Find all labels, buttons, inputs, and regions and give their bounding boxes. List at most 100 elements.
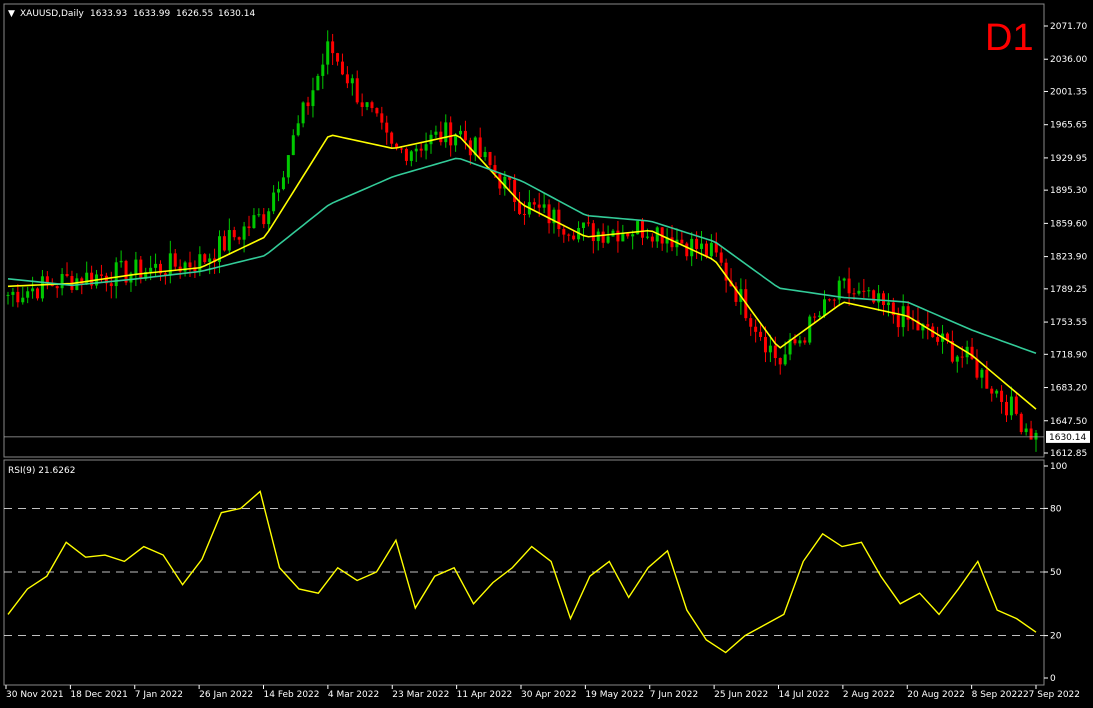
menu-triangle-icon[interactable]: ▼ — [8, 9, 15, 19]
candle-body — [281, 177, 285, 190]
candle-body — [360, 102, 364, 107]
candle-body — [763, 336, 767, 353]
candle-body — [385, 122, 389, 133]
candle-body — [901, 306, 905, 328]
candle-body — [532, 202, 536, 205]
price-tick-label: 1753.55 — [1050, 318, 1087, 328]
candle-body — [926, 324, 930, 327]
candle-body — [85, 272, 89, 285]
candle-body — [822, 299, 826, 316]
candle-body — [306, 102, 310, 107]
candle-body — [1029, 428, 1033, 440]
candle-body — [857, 290, 861, 294]
candle-body — [340, 61, 344, 75]
date-tick-label: 8 Sep 2022 — [972, 690, 1023, 700]
rsi-tick-label: 20 — [1050, 632, 1062, 642]
rsi-tick-label: 50 — [1050, 568, 1062, 578]
candle-body — [798, 340, 802, 344]
price-tick-label: 1895.30 — [1050, 186, 1087, 196]
slow-moving-average-line — [7, 157, 1037, 355]
candle-body — [995, 390, 999, 394]
candle-body — [409, 151, 413, 161]
candle-body — [227, 230, 231, 251]
candle-body — [709, 242, 713, 257]
candle-body — [242, 226, 246, 240]
date-tick-label: 19 May 2022 — [585, 690, 644, 700]
candle-body — [518, 201, 522, 214]
candle-body — [272, 192, 276, 212]
candle-body — [547, 204, 551, 224]
candle-body — [808, 316, 812, 343]
ohlc-high: 1633.99 — [133, 9, 170, 19]
rsi-tick-label: 0 — [1050, 674, 1056, 684]
candle-body — [168, 253, 172, 276]
trading-chart[interactable]: 2071.70 2036.00 2001.35 1965.65 1929.95 1895.… — [0, 0, 1093, 708]
price-panel-border — [3, 3, 1045, 458]
candle-body — [355, 78, 359, 103]
candle-body — [203, 254, 207, 263]
candle-body — [11, 291, 15, 295]
candle-body — [847, 278, 851, 294]
candle-body — [886, 302, 890, 306]
candle-body — [375, 108, 379, 114]
candle-body — [700, 243, 704, 249]
candle-body — [591, 223, 595, 242]
date-tick-label: 4 Mar 2022 — [328, 690, 379, 700]
candle-body — [975, 358, 979, 378]
price-tick-label: 1612.85 — [1050, 449, 1087, 459]
candle-body — [21, 297, 25, 303]
symbol-label: XAUUSD,Daily — [20, 9, 84, 19]
candle-body — [449, 122, 453, 146]
candle-body — [827, 299, 831, 301]
candle-body — [439, 131, 443, 143]
candle-body — [414, 148, 418, 152]
candle-body — [936, 337, 940, 342]
candle-body — [36, 288, 40, 299]
price-tick-label: 2071.70 — [1050, 22, 1087, 32]
date-tick-label: 7 Jan 2022 — [135, 690, 183, 700]
candle-body — [719, 252, 723, 263]
date-tick-label: 2 Aug 2022 — [843, 690, 895, 700]
candle-body — [872, 290, 876, 303]
candle-body — [365, 102, 369, 107]
candle-body — [680, 239, 684, 244]
candle-body — [232, 230, 236, 238]
candle-body — [704, 243, 708, 257]
candle-body — [522, 213, 526, 215]
candle-body — [685, 243, 689, 257]
candle-body — [149, 267, 153, 273]
candle-body — [434, 131, 438, 135]
price-tick-label: 1647.50 — [1050, 417, 1087, 427]
rsi-panel-border — [3, 459, 1045, 686]
candle-body — [139, 259, 143, 279]
candle-body — [842, 278, 846, 281]
candle-body — [778, 358, 782, 365]
candle-body — [960, 356, 964, 358]
candle-body — [882, 293, 886, 306]
candle-body — [813, 316, 817, 318]
candle-body — [208, 258, 212, 263]
candle-body — [399, 148, 403, 150]
candle-body — [424, 144, 428, 151]
date-tick-label: 30 Apr 2022 — [521, 690, 577, 700]
fast-moving-average-line — [7, 134, 1037, 410]
candle-body — [444, 122, 448, 143]
price-tick-label: 1789.25 — [1050, 285, 1087, 295]
ohlc-close: 1630.14 — [218, 9, 255, 19]
candle-body — [645, 236, 649, 238]
price-axis: 2071.70 2036.00 2001.35 1965.65 1929.95 1895.… — [4, 22, 1090, 459]
candle-body — [350, 78, 354, 84]
candle-body — [252, 215, 256, 229]
current-price-label: 1630.14 — [1049, 433, 1086, 443]
candle-body — [631, 234, 635, 237]
moving-averages — [7, 134, 1037, 410]
candle-body — [990, 388, 994, 394]
candle-body — [247, 226, 251, 229]
candle-body — [690, 238, 694, 257]
date-tick-label: 7 Jun 2022 — [650, 690, 698, 700]
candle-body — [478, 137, 482, 158]
date-axis: 30 Nov 2021 18 Dec 2021 7 Jan 2022 26 Jan 2… — [5, 685, 1080, 700]
candle-body — [114, 262, 118, 287]
candle-body — [154, 263, 158, 268]
candle-body — [896, 315, 900, 328]
